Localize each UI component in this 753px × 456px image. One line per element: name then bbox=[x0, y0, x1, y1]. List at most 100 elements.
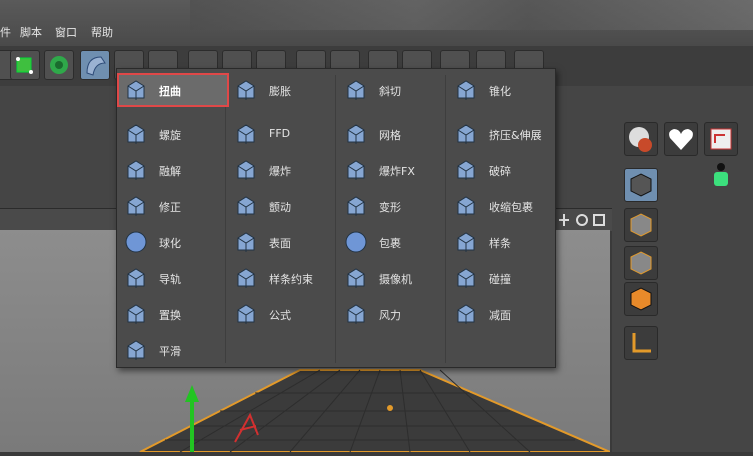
menu-item-wind[interactable]: 风力 bbox=[339, 299, 447, 329]
melt-icon bbox=[124, 158, 148, 182]
menu-item-jiggle[interactable]: 颤动 bbox=[229, 191, 337, 221]
formula-icon bbox=[234, 302, 258, 326]
morph-icon bbox=[344, 194, 368, 218]
menu-item-spline-deformer[interactable]: 样条 bbox=[449, 227, 557, 257]
polygon-reduction-icon bbox=[454, 302, 478, 326]
menu-item-twist[interactable]: 螺旋 bbox=[119, 119, 227, 149]
menu-item-label: 置换 bbox=[159, 309, 181, 322]
shrink-wrap-icon bbox=[454, 194, 478, 218]
menu-item-surface[interactable]: 表面 bbox=[229, 227, 337, 257]
globe-icon bbox=[629, 127, 652, 152]
menu-item-polygon-reduction[interactable]: 减面 bbox=[449, 299, 557, 329]
cube-primitive-button[interactable] bbox=[624, 168, 658, 202]
viewport-nav-icons[interactable] bbox=[558, 213, 608, 227]
cube-button-2[interactable] bbox=[624, 208, 658, 242]
menu-item-spline-wrap[interactable]: 样条约束 bbox=[229, 263, 337, 293]
menu-item-label: 锥化 bbox=[489, 85, 511, 98]
menu-item-label: 表面 bbox=[269, 237, 291, 250]
mesh-icon bbox=[344, 122, 368, 146]
menu-item-help[interactable]: 帮助 bbox=[91, 24, 113, 40]
rail-icon bbox=[124, 266, 148, 290]
menu-item-label: 网格 bbox=[379, 129, 401, 142]
deformer-menu-button[interactable] bbox=[80, 50, 110, 80]
menu-item-smoothing[interactable]: 平滑 bbox=[119, 335, 227, 365]
menu-item-label: 平滑 bbox=[159, 345, 181, 358]
menu-item-ffd[interactable]: FFD bbox=[229, 119, 337, 149]
menu-item-correction[interactable]: 修正 bbox=[119, 191, 227, 221]
menu-item-squash-stretch[interactable]: 挤压&伸展 bbox=[449, 119, 557, 149]
collision-icon bbox=[454, 266, 478, 290]
menu-item-taper[interactable]: 锥化 bbox=[449, 75, 557, 105]
menu-item-morph[interactable]: 变形 bbox=[339, 191, 447, 221]
wind-icon bbox=[344, 302, 368, 326]
menu-item-explosion-fx[interactable]: 爆炸FX bbox=[339, 155, 447, 185]
menu-item-label: 爆炸FX bbox=[379, 165, 415, 178]
menu-item-label: 螺旋 bbox=[159, 129, 181, 142]
correction-icon bbox=[124, 194, 148, 218]
polygon-mode-button[interactable] bbox=[44, 50, 74, 80]
shear-icon bbox=[344, 78, 368, 102]
menu-item-label: 样条约束 bbox=[269, 273, 313, 286]
explosion-fx-icon bbox=[344, 158, 368, 182]
menu-item-mesh[interactable]: 网格 bbox=[339, 119, 447, 149]
menu-item-shatter[interactable]: 破碎 bbox=[449, 155, 557, 185]
jiggle-icon bbox=[234, 194, 258, 218]
cube-button-4[interactable] bbox=[624, 282, 658, 316]
spherify-icon bbox=[124, 230, 148, 254]
menu-item-camera[interactable]: 摄像机 bbox=[339, 263, 447, 293]
axis-button[interactable] bbox=[624, 326, 658, 360]
heart-icon bbox=[669, 129, 693, 150]
menu-item-bulge[interactable]: 膨胀 bbox=[229, 75, 337, 105]
cube-points-icon bbox=[630, 251, 652, 275]
spline-wrap-icon bbox=[234, 266, 258, 290]
deformer-dropdown-menu: 扭曲螺旋融解修正球化导轨置换平滑 膨胀 FFD 爆炸颤动表面样条约束公式 斜切网格爆炸F… bbox=[116, 68, 556, 368]
menu-item-window[interactable]: 窗口 bbox=[55, 24, 77, 40]
bend-icon bbox=[86, 56, 106, 76]
menu-item-label: 样条 bbox=[489, 237, 511, 250]
menu-item-label: 修正 bbox=[159, 201, 181, 214]
menu-item-bend[interactable]: 扭曲 bbox=[117, 73, 229, 107]
menu-item-collision[interactable]: 碰撞 bbox=[449, 263, 557, 293]
menu-item-label: 公式 bbox=[269, 309, 291, 322]
joint-icon bbox=[710, 128, 732, 150]
environment-button[interactable] bbox=[624, 122, 658, 156]
menu-item-formula[interactable]: 公式 bbox=[229, 299, 337, 329]
menu-item-label: 摄像机 bbox=[379, 273, 412, 286]
cube-button-3[interactable] bbox=[624, 246, 658, 280]
menu-item-label: 碰撞 bbox=[489, 273, 511, 286]
menu-item-label: 包裹 bbox=[379, 237, 401, 250]
menu-item-label: 扭曲 bbox=[159, 85, 181, 98]
menu-item-label: 风力 bbox=[379, 309, 401, 322]
character-button[interactable] bbox=[704, 122, 738, 156]
menu-item-spherify[interactable]: 球化 bbox=[119, 227, 227, 257]
menu-item-shrink-wrap[interactable]: 收缩包裹 bbox=[449, 191, 557, 221]
menu-item-label: 破碎 bbox=[489, 165, 511, 178]
cube-icon bbox=[630, 173, 652, 197]
menu-item-wrap[interactable]: 包裹 bbox=[339, 227, 447, 257]
menu-item-label: FFD bbox=[269, 127, 291, 140]
displacer-icon bbox=[124, 302, 148, 326]
menu-item-shear[interactable]: 斜切 bbox=[339, 75, 447, 105]
surface-icon bbox=[234, 230, 258, 254]
background-photo bbox=[190, 0, 753, 30]
menu-item-explosion[interactable]: 爆炸 bbox=[229, 155, 337, 185]
menu-item-file[interactable]: 件 bbox=[0, 24, 11, 40]
smoothing-icon bbox=[124, 338, 148, 362]
bend-icon bbox=[124, 78, 148, 102]
wrap-icon bbox=[344, 230, 368, 254]
menu-item-label: 斜切 bbox=[379, 85, 401, 98]
cube-select-icon bbox=[16, 57, 33, 74]
cube-polygons-icon bbox=[630, 287, 652, 311]
shatter-icon bbox=[454, 158, 478, 182]
taper-icon bbox=[454, 78, 478, 102]
menu-item-rail[interactable]: 导轨 bbox=[119, 263, 227, 293]
menu-item-label: 球化 bbox=[159, 237, 181, 250]
right-panel bbox=[612, 86, 753, 452]
menu-item-displacer[interactable]: 置换 bbox=[119, 299, 227, 329]
menu-item-script[interactable]: 脚本 bbox=[20, 24, 42, 40]
camera-icon bbox=[344, 266, 368, 290]
menu-item-label: 颤动 bbox=[269, 201, 291, 214]
select-object-button[interactable] bbox=[10, 50, 40, 80]
menu-item-melt[interactable]: 融解 bbox=[119, 155, 227, 185]
favorites-button[interactable] bbox=[664, 122, 698, 156]
